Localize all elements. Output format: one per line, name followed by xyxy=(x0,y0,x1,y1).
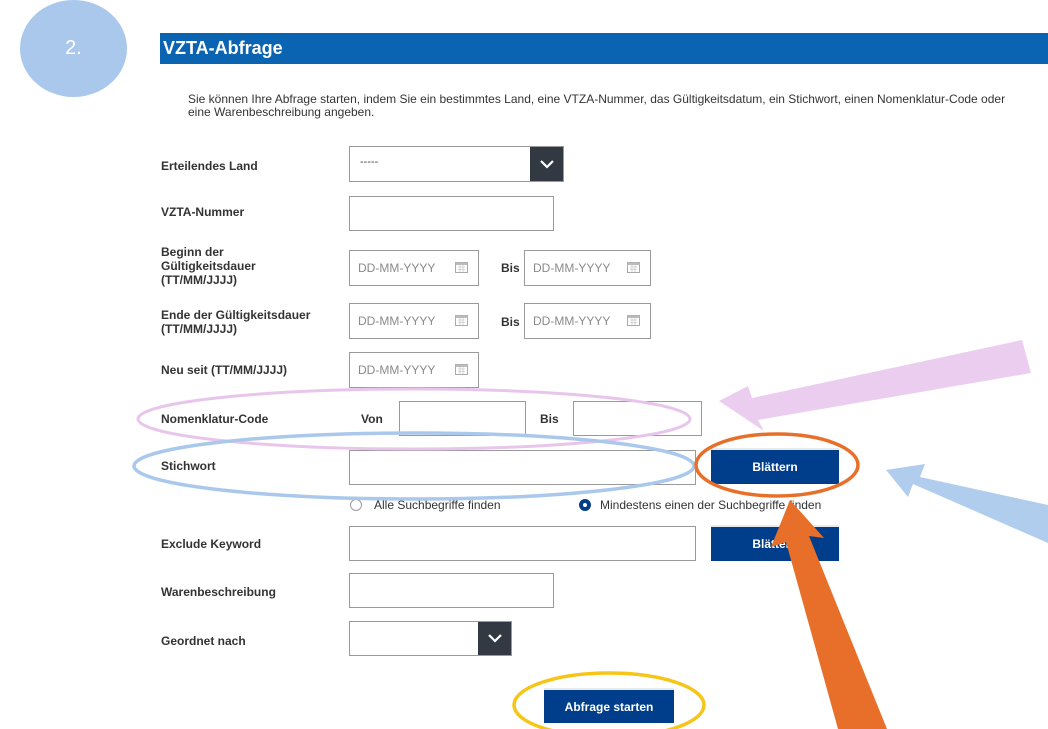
orange-arrow xyxy=(771,500,887,729)
pink-highlight-ellipse xyxy=(136,387,692,451)
blue-arrow xyxy=(886,464,1048,543)
orange-highlight-ellipse xyxy=(694,432,860,498)
blue-highlight-ellipse xyxy=(132,431,696,501)
yellow-highlight-ellipse xyxy=(512,671,706,729)
pink-arrow xyxy=(719,340,1031,431)
annotation-overlay xyxy=(132,340,1048,729)
